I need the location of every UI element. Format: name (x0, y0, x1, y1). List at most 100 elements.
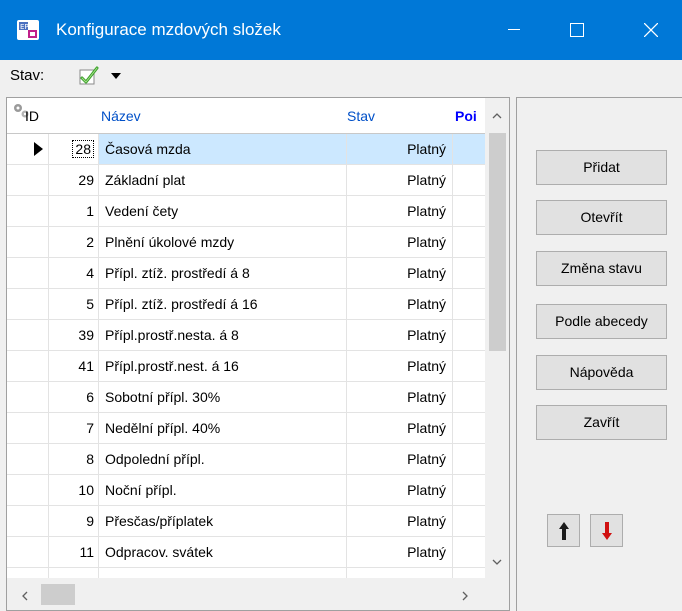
row-id: 6 (49, 382, 99, 412)
row-status: Platný (347, 227, 453, 257)
row-id: 39 (49, 320, 99, 350)
vertical-scrollbar[interactable] (485, 98, 509, 578)
table-row[interactable]: 10 Noční přípl. Platný (7, 475, 485, 506)
row-name: Základní plat (99, 165, 347, 195)
checkmark-document-icon[interactable] (77, 64, 101, 88)
close-window-button[interactable] (622, 0, 680, 60)
scroll-left-button[interactable] (17, 586, 33, 606)
table-row[interactable]: 4 Přípl. ztíž. prostředí á 8 Platný (7, 258, 485, 289)
close-button[interactable]: Zavřít (536, 405, 667, 440)
row-poi (453, 506, 485, 536)
sort-alphabetical-button[interactable]: Podle abecedy (536, 304, 667, 339)
row-poi (453, 413, 485, 443)
row-indicator (7, 196, 49, 226)
row-id: 4 (49, 258, 99, 288)
open-button[interactable]: Otevřít (536, 200, 667, 235)
row-indicator (7, 413, 49, 443)
row-indicator (7, 537, 49, 567)
row-status: Platný (347, 320, 453, 350)
row-poi (453, 196, 485, 226)
row-name: Odpolední přípl. (99, 444, 347, 474)
row-poi (453, 289, 485, 319)
row-status: Platný (347, 351, 453, 381)
maximize-button[interactable] (548, 0, 606, 60)
row-name: Přesčas/příplatek (99, 506, 347, 536)
move-down-button[interactable] (590, 514, 623, 547)
row-indicator (7, 506, 49, 536)
row-status: Platný (347, 506, 453, 536)
add-button[interactable]: Přidat (536, 150, 667, 185)
table-row[interactable]: 6 Sobotní přípl. 30% Platný (7, 382, 485, 413)
row-id: 29 (49, 165, 99, 195)
row-name: Přípl. ztíž. prostředí á 16 (99, 289, 347, 319)
horizontal-scrollbar[interactable] (7, 578, 485, 610)
table-row[interactable]: 41 Přípl.prostř.nest. á 16 Platný (7, 351, 485, 382)
scrollbar-corner (485, 578, 509, 610)
grid-header: ID Název Stav Poi (7, 98, 485, 134)
horizontal-scroll-thumb[interactable] (41, 584, 75, 605)
maximize-icon (570, 23, 584, 37)
row-indicator (7, 165, 49, 195)
row-poi (453, 475, 485, 505)
row-indicator (7, 382, 49, 412)
chevron-down-icon[interactable] (111, 73, 121, 80)
table-row[interactable]: 9 Přesčas/příplatek Platný (7, 506, 485, 537)
row-status: Platný (347, 537, 453, 567)
scroll-right-button[interactable] (457, 586, 473, 606)
column-header-poi[interactable]: Poi (453, 98, 485, 134)
row-name: Přípl.prostř.nesta. á 8 (99, 320, 347, 350)
chevron-down-icon (492, 559, 502, 565)
row-poi (453, 165, 485, 195)
row-poi (453, 537, 485, 567)
scroll-up-button[interactable] (485, 106, 509, 126)
row-status: Platný (347, 444, 453, 474)
row-indicator (7, 475, 49, 505)
scroll-down-button[interactable] (485, 552, 509, 572)
table-row[interactable]: 28 Časová mzda Platný (7, 134, 485, 165)
row-poi (453, 258, 485, 288)
vertical-scroll-thumb[interactable] (489, 133, 506, 351)
row-id: 7 (49, 413, 99, 443)
row-status: Platný (347, 289, 453, 319)
row-name: Vedení čety (99, 196, 347, 226)
row-status: Platný (347, 413, 453, 443)
row-id-text: 28 (72, 140, 94, 158)
table-row[interactable]: 8 Odpolední přípl. Platný (7, 444, 485, 475)
table-row[interactable]: 2 Plnění úkolové mzdy Platný (7, 227, 485, 258)
row-id: 41 (49, 351, 99, 381)
row-id: 8 (49, 444, 99, 474)
column-header-name[interactable]: Název (101, 98, 341, 134)
row-status: Platný (347, 475, 453, 505)
row-status: Platný (347, 134, 453, 164)
action-panel: Přidat Otevřít Změna stavu Podle abecedy… (516, 97, 682, 611)
payroll-components-grid: ID Název Stav Poi 28 Časová mzda Platný … (6, 97, 510, 611)
row-name: Časová mzda (99, 134, 347, 164)
help-button[interactable]: Nápověda (536, 355, 667, 390)
chevron-right-icon (462, 591, 468, 601)
title-bar[interactable]: EP Konfigurace mzdových složek (0, 0, 682, 60)
row-id: 9 (49, 506, 99, 536)
app-icon: EP (17, 20, 39, 40)
table-row[interactable]: 11 Odpracov. svátek Platný (7, 537, 485, 568)
row-name: Plnění úkolové mzdy (99, 227, 347, 257)
status-filter-label: Stav: (10, 67, 45, 84)
move-up-button[interactable] (547, 514, 580, 547)
minimize-button[interactable] (485, 0, 543, 60)
row-status: Platný (347, 165, 453, 195)
row-indicator (7, 227, 49, 257)
table-row[interactable]: 39 Přípl.prostř.nesta. á 8 Platný (7, 320, 485, 351)
table-row[interactable]: 5 Přípl. ztíž. prostředí á 16 Platný (7, 289, 485, 320)
column-header-status[interactable]: Stav (347, 98, 453, 134)
table-row[interactable]: 29 Základní plat Platný (7, 165, 485, 196)
row-id: 11 (49, 537, 99, 567)
column-header-id[interactable]: ID (21, 98, 58, 134)
table-row[interactable]: 7 Nedělní přípl. 40% Platný (7, 413, 485, 444)
row-indicator (7, 444, 49, 474)
row-poi (453, 382, 485, 412)
table-row[interactable]: 1 Vedení čety Platný (7, 196, 485, 227)
change-status-button[interactable]: Změna stavu (536, 251, 667, 286)
row-name: Sobotní přípl. 30% (99, 382, 347, 412)
arrow-down-icon (601, 521, 612, 540)
row-indicator (7, 258, 49, 288)
row-poi (453, 351, 485, 381)
